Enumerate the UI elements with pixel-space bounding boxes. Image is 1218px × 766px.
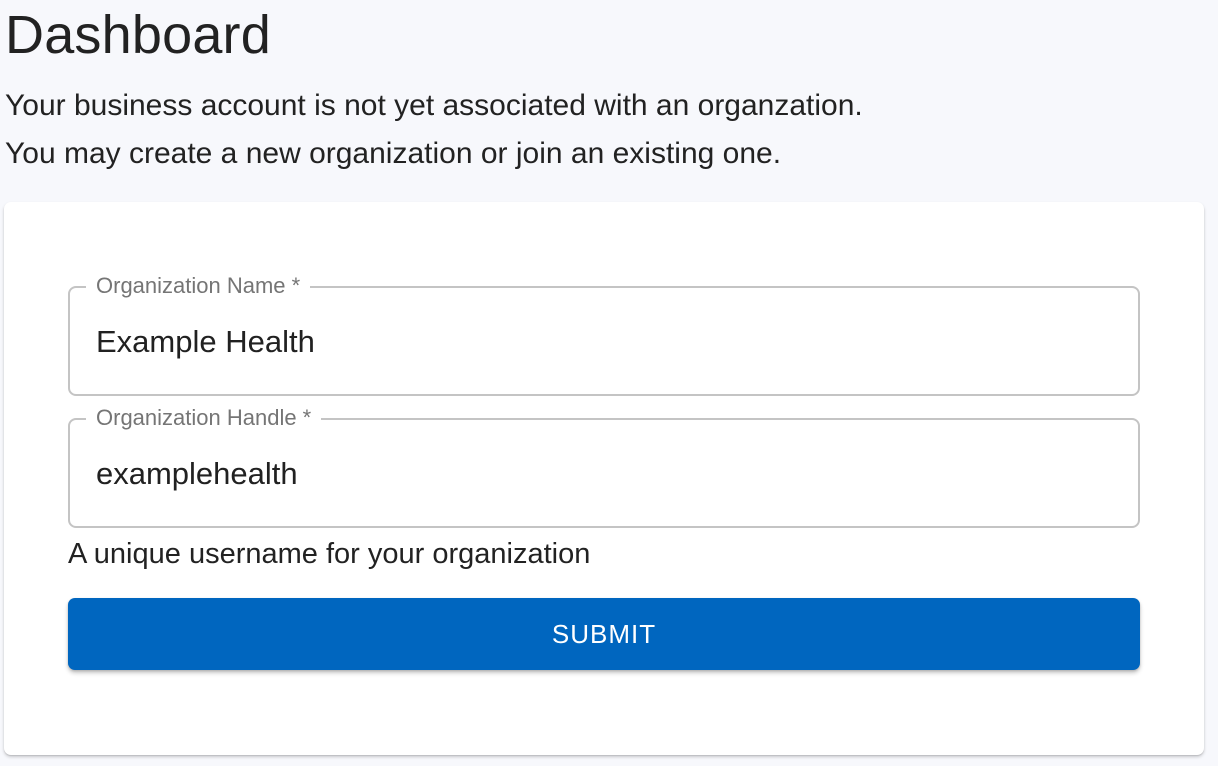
organization-name-label: Organization Name *	[86, 273, 311, 299]
organization-handle-label: Organization Handle *	[86, 405, 322, 431]
organization-name-field[interactable]: Organization Name *	[68, 273, 1140, 396]
organization-name-input[interactable]	[96, 320, 1096, 364]
intro-line-instructions: You may create a new organization or joi…	[5, 137, 782, 170]
intro-line-association: Your business account is not yet associa…	[5, 89, 863, 122]
organization-handle-input[interactable]	[96, 452, 1096, 496]
create-organization-card: Organization Name * Organization Handle …	[4, 202, 1204, 755]
organization-handle-field[interactable]: Organization Handle *	[68, 405, 1140, 528]
submit-button[interactable]: SUBMIT	[68, 598, 1140, 670]
page-title: Dashboard	[5, 5, 271, 65]
organization-handle-helper-text: A unique username for your organization	[68, 538, 591, 570]
intro-text: Your business account is not yet associa…	[5, 82, 863, 178]
